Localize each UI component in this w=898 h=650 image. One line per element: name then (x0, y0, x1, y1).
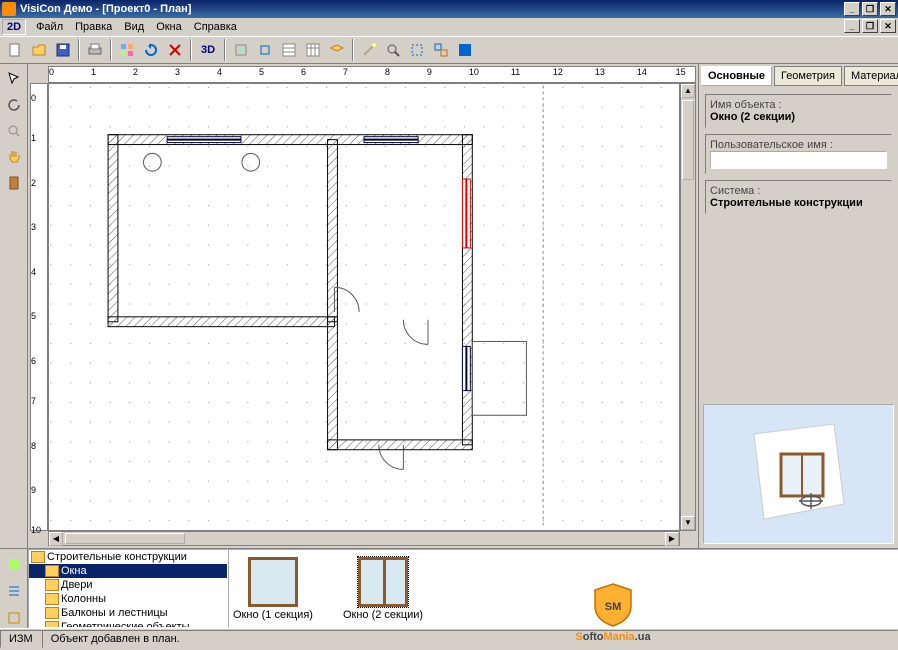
tab-geometry[interactable]: Геометрия (774, 66, 842, 86)
main-toolbar: 3D (0, 36, 898, 64)
tree-icon-b[interactable] (3, 580, 25, 601)
horizontal-scrollbar[interactable]: ◀ ▶ (48, 531, 680, 546)
tree-icon-a[interactable] (3, 553, 25, 574)
maximize-button[interactable]: ❐ (862, 2, 878, 16)
close-button[interactable]: ✕ (880, 2, 896, 16)
pointer-tool[interactable] (3, 68, 25, 90)
catalog-item-1[interactable]: Окно (2 секции) (343, 557, 423, 621)
selection-a-button[interactable] (406, 39, 428, 61)
menu-help[interactable]: Справка (188, 19, 243, 35)
catalog-item-0[interactable]: Окно (1 секция) (233, 557, 313, 621)
selection-b-button[interactable] (430, 39, 452, 61)
catalog-label-0: Окно (1 секция) (233, 609, 313, 621)
tree-item-geom[interactable]: Геометрические объекты (29, 620, 227, 628)
menu-view[interactable]: Вид (118, 19, 150, 35)
sys-value: Строительные конструкции (710, 197, 887, 209)
grid-button[interactable] (302, 39, 324, 61)
usr-name-label: Пользовательское имя : (710, 139, 887, 151)
status-message: Объект добавлен в план. (42, 630, 898, 648)
sys-label: Система : (710, 185, 887, 197)
properties-panel: Основные Геометрия Материалы Имя объекта… (698, 64, 898, 548)
usr-name-input[interactable] (710, 151, 887, 169)
scroll-right-button[interactable]: ▶ (665, 532, 679, 546)
undo-tool[interactable] (3, 94, 25, 116)
tab-materials[interactable]: Материалы (844, 66, 898, 86)
vertical-scrollbar[interactable]: ▲ ▼ (680, 83, 696, 531)
tree-item-doors[interactable]: Двери (29, 578, 227, 592)
tree-item-columns[interactable]: Колонны (29, 592, 227, 606)
zoom-fit-tool[interactable] (3, 120, 25, 142)
minimize-button[interactable]: _ (844, 2, 860, 16)
statusbar: ИЗМ Объект добавлен в план. (0, 628, 898, 648)
mode-3d-button[interactable]: 3D (196, 39, 220, 61)
window-title: VisiCon Демо - [Проект0 - План] (20, 3, 844, 15)
door-tool[interactable] (3, 172, 25, 194)
scroll-down-button[interactable]: ▼ (681, 516, 695, 530)
delete-button[interactable] (164, 39, 186, 61)
pan-tool[interactable] (3, 146, 25, 168)
mdi-minimize-button[interactable]: _ (844, 19, 860, 33)
layer-button[interactable] (326, 39, 348, 61)
rotate-button[interactable] (140, 39, 162, 61)
menu-file[interactable]: Файл (30, 19, 69, 35)
canvas-area: 0 1 2 3 4 5 6 7 8 9 10 11 12 13 14 15 0 … (28, 64, 698, 548)
save-button[interactable] (52, 39, 74, 61)
ruler-horizontal: 0 1 2 3 4 5 6 7 8 9 10 11 12 13 14 15 (48, 66, 696, 83)
preview-3d[interactable] (703, 404, 894, 544)
tree-root[interactable]: Строительные конструкции (29, 550, 227, 564)
catalog-panel: Строительные конструкции Окна Двери Коло… (0, 548, 898, 628)
app-icon (2, 2, 16, 16)
wand-button[interactable] (358, 39, 380, 61)
obj-name-label: Имя объекта : (710, 99, 887, 111)
floorplan-canvas[interactable] (48, 83, 680, 531)
titlebar: VisiCon Демо - [Проект0 - План] _ ❐ ✕ (0, 0, 898, 18)
new-file-button[interactable] (4, 39, 26, 61)
scroll-up-button[interactable]: ▲ (681, 84, 695, 98)
catalog-button[interactable] (278, 39, 300, 61)
obj-name-value: Окно (2 секции) (710, 111, 887, 123)
catalog-label-1: Окно (2 секции) (343, 609, 423, 621)
zoom-tool-button[interactable] (382, 39, 404, 61)
left-toolbar (0, 64, 28, 548)
tab-main[interactable]: Основные (701, 66, 772, 86)
mode-2d-badge[interactable]: 2D (2, 19, 26, 35)
object-button[interactable] (116, 39, 138, 61)
hatch-button[interactable] (454, 39, 476, 61)
tree-item-windows[interactable]: Окна (29, 564, 227, 578)
scroll-thumb-v[interactable] (682, 100, 694, 180)
tool-a-button[interactable] (230, 39, 252, 61)
menubar: 2D Файл Правка Вид Окна Справка _ ❐ ✕ (0, 18, 898, 36)
open-file-button[interactable] (28, 39, 50, 61)
tree-icon-c[interactable] (3, 607, 25, 628)
tool-b-button[interactable] (254, 39, 276, 61)
mdi-close-button[interactable]: ✕ (880, 19, 896, 33)
tree-item-stairs[interactable]: Балконы и лестницы (29, 606, 227, 620)
catalog-items: Окно (1 секция) Окно (2 секции) (228, 549, 898, 628)
menu-windows[interactable]: Окна (150, 19, 188, 35)
mdi-maximize-button[interactable]: ❐ (862, 19, 878, 33)
print-button[interactable] (84, 39, 106, 61)
menu-edit[interactable]: Правка (69, 19, 118, 35)
status-mode: ИЗМ (0, 630, 42, 648)
ruler-vertical: 0 1 2 3 4 5 6 7 8 9 10 (30, 83, 48, 531)
category-tree[interactable]: Строительные конструкции Окна Двери Коло… (28, 549, 228, 628)
scroll-left-button[interactable]: ◀ (49, 532, 63, 546)
scroll-thumb-h[interactable] (65, 533, 185, 544)
